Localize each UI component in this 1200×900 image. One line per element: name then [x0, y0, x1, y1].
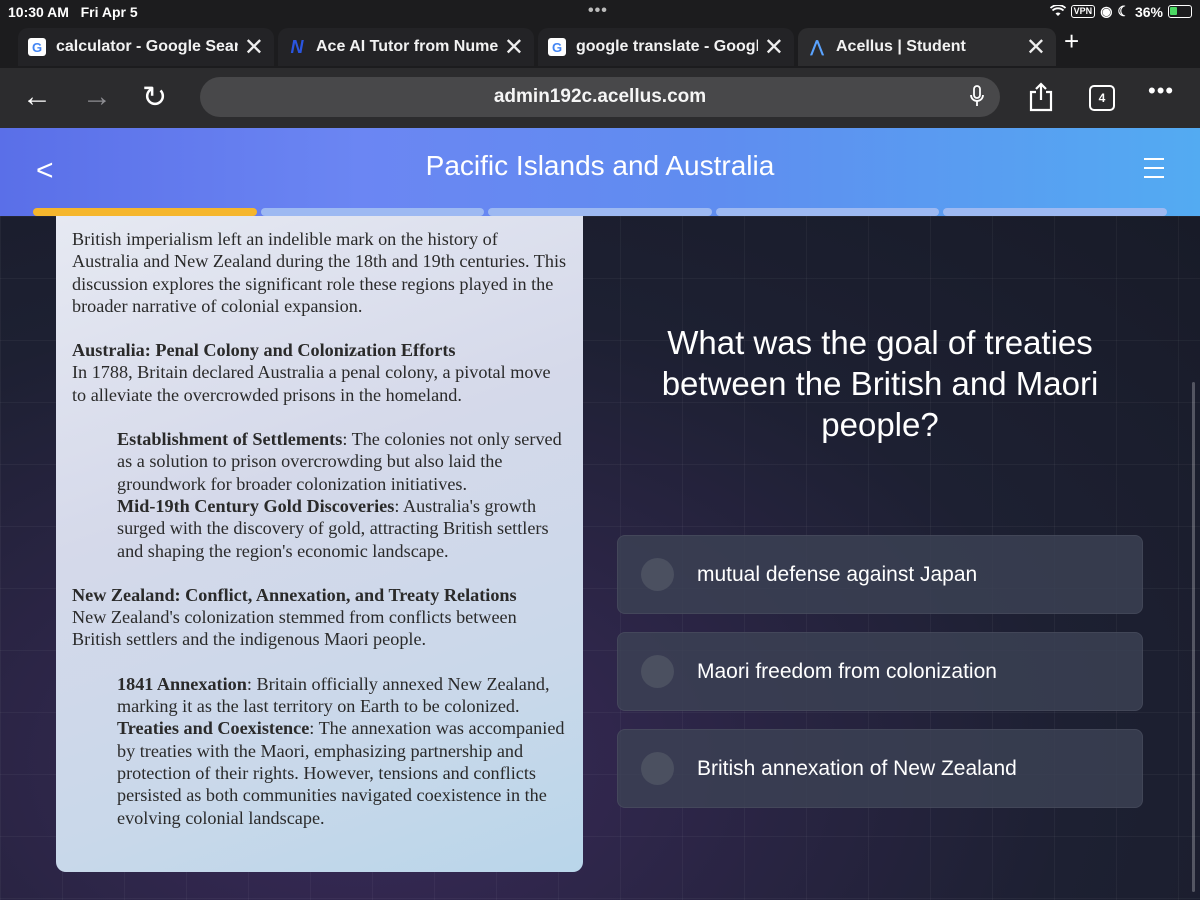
answer-option-1[interactable]: mutual defense against Japan — [617, 535, 1143, 614]
back-arrow-icon[interactable]: ← — [22, 80, 52, 114]
tab-acellus[interactable]: ⋀ Acellus | Student ✕ — [798, 28, 1056, 66]
answer-label: mutual defense against Japan — [697, 562, 978, 586]
detail-heading: Mid-19th Century Gold Discoveries — [117, 495, 395, 516]
new-zealand-details: 1841 Annexation: Britain officially anne… — [72, 673, 567, 829]
australia-section: Australia: Penal Colony and Colonization… — [72, 339, 567, 406]
lesson-title: Pacific Islands and Australia — [425, 150, 775, 181]
google-icon: G — [548, 38, 566, 56]
browser-tab-strip: G calculator - Google Sear ✕ N Ace AI Tu… — [0, 24, 1200, 68]
multitask-dots-icon[interactable]: ••• — [588, 2, 608, 20]
detail-heading: Treaties and Coexistence — [117, 718, 310, 739]
tab-title: calculator - Google Sear — [56, 38, 238, 55]
close-tab-icon[interactable]: ✕ — [504, 33, 524, 62]
detail-item: Mid-19th Century Gold Discoveries: Austr… — [117, 495, 567, 562]
hamburger-menu-icon[interactable] — [1144, 158, 1164, 185]
address-bar[interactable]: admin192c.acellus.com — [200, 77, 1000, 117]
lesson-header: < Pacific Islands and Australia — [0, 128, 1200, 216]
radio-button[interactable] — [641, 558, 674, 591]
microphone-icon[interactable] — [970, 85, 984, 113]
close-tab-icon[interactable]: ✕ — [1026, 33, 1046, 62]
status-bar: 10:30 AM Fri Apr 5 ••• VPN ◉ ☾ 36% — [0, 0, 1200, 24]
intro-paragraph: British imperialism left an indelible ma… — [72, 229, 567, 316]
status-indicators: VPN ◉ ☾ 36% — [1049, 3, 1192, 20]
answer-label: Maori freedom from colonization — [697, 659, 997, 683]
section-heading: Australia: Penal Colony and Colonization… — [72, 340, 456, 361]
progress-segment — [943, 208, 1167, 216]
url-text: admin192c.acellus.com — [493, 86, 707, 107]
close-tab-icon[interactable]: ✕ — [244, 33, 264, 62]
progress-segment — [33, 208, 257, 216]
lesson-progress-bar — [33, 208, 1167, 216]
acellus-icon: ⋀ — [810, 39, 824, 56]
section-body: In 1788, Britain declared Australia a pe… — [72, 362, 551, 405]
progress-segment — [260, 208, 485, 216]
forward-arrow-icon[interactable]: → — [82, 80, 112, 114]
google-icon: G — [28, 38, 46, 56]
share-icon[interactable] — [1028, 82, 1054, 117]
detail-item: Treaties and Coexistence: The annexation… — [117, 717, 567, 828]
progress-segment — [715, 208, 940, 216]
progress-segment — [488, 208, 712, 216]
new-zealand-section: New Zealand: Conflict, Annexation, and T… — [72, 584, 567, 651]
moon-icon: ☾ — [1117, 3, 1130, 19]
tab-title: Ace AI Tutor from Nume — [316, 38, 498, 55]
more-options-icon[interactable]: ••• — [1148, 78, 1174, 104]
radio-button[interactable] — [641, 655, 674, 688]
n-icon: N — [290, 36, 304, 57]
reading-passage: British imperialism left an indelible ma… — [56, 216, 583, 872]
section-body: New Zealand's colonization stemmed from … — [72, 607, 517, 650]
detail-item: 1841 Annexation: Britain officially anne… — [117, 673, 567, 718]
scrollbar[interactable] — [1192, 382, 1195, 892]
location-icon: ◉ — [1100, 3, 1113, 19]
australia-details: Establishment of Settlements: The coloni… — [72, 428, 567, 562]
battery-icon — [1168, 5, 1192, 18]
answer-option-3[interactable]: British annexation of New Zealand — [617, 729, 1143, 808]
wifi-icon — [1049, 3, 1066, 20]
detail-heading: 1841 Annexation — [117, 673, 247, 694]
answer-option-2[interactable]: Maori freedom from colonization — [617, 632, 1143, 711]
battery-percent: 36% — [1134, 3, 1163, 20]
vpn-badge: VPN — [1070, 5, 1096, 18]
new-tab-icon[interactable]: + — [1064, 26, 1079, 57]
tab-count-button[interactable]: 4 — [1089, 85, 1115, 111]
answer-label: British annexation of New Zealand — [697, 756, 1017, 780]
tab-ace-ai-tutor[interactable]: N Ace AI Tutor from Nume ✕ — [278, 28, 534, 66]
browser-toolbar: ← → ↻ admin192c.acellus.com 4 ••• — [0, 68, 1200, 128]
question-text: What was the goal of treaties between th… — [661, 324, 1099, 443]
status-time: 10:30 AM Fri Apr 5 — [8, 4, 138, 20]
tab-google-translate[interactable]: G google translate - Googl ✕ — [538, 28, 794, 66]
tab-calculator[interactable]: G calculator - Google Sear ✕ — [18, 28, 274, 66]
reload-icon[interactable]: ↻ — [142, 80, 167, 115]
close-tab-icon[interactable]: ✕ — [764, 33, 784, 62]
section-heading: New Zealand: Conflict, Annexation, and T… — [72, 584, 517, 605]
detail-heading: Establishment of Settlements — [117, 429, 343, 450]
detail-item: Establishment of Settlements: The coloni… — [117, 428, 567, 495]
radio-button[interactable] — [641, 752, 674, 785]
tab-title: Acellus | Student — [836, 38, 966, 55]
tab-title: google translate - Googl — [576, 38, 758, 55]
